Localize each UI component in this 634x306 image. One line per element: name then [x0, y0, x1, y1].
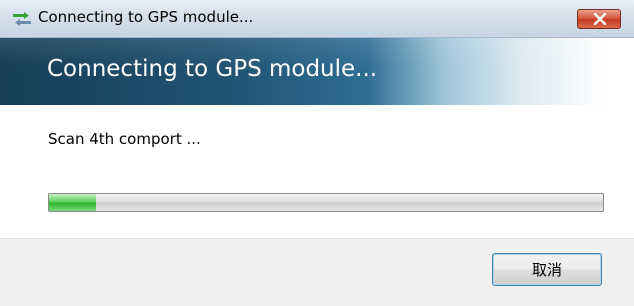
- close-icon: [593, 13, 607, 25]
- dialog-footer: 取消: [0, 238, 634, 306]
- window-title: Connecting to GPS module...: [38, 8, 254, 26]
- banner-title: Connecting to GPS module...: [47, 56, 378, 82]
- close-button[interactable]: [577, 9, 621, 29]
- title-bar[interactable]: Connecting to GPS module...: [0, 0, 634, 38]
- gps-app-icon: [12, 11, 32, 27]
- status-text: Scan 4th comport ...: [48, 130, 201, 148]
- header-banner: Connecting to GPS module...: [0, 38, 634, 105]
- cancel-button[interactable]: 取消: [492, 253, 602, 286]
- gps-connect-dialog: Connecting to GPS module... Connecting t…: [0, 0, 634, 306]
- progress-bar: [48, 193, 604, 212]
- progress-fill: [49, 194, 97, 211]
